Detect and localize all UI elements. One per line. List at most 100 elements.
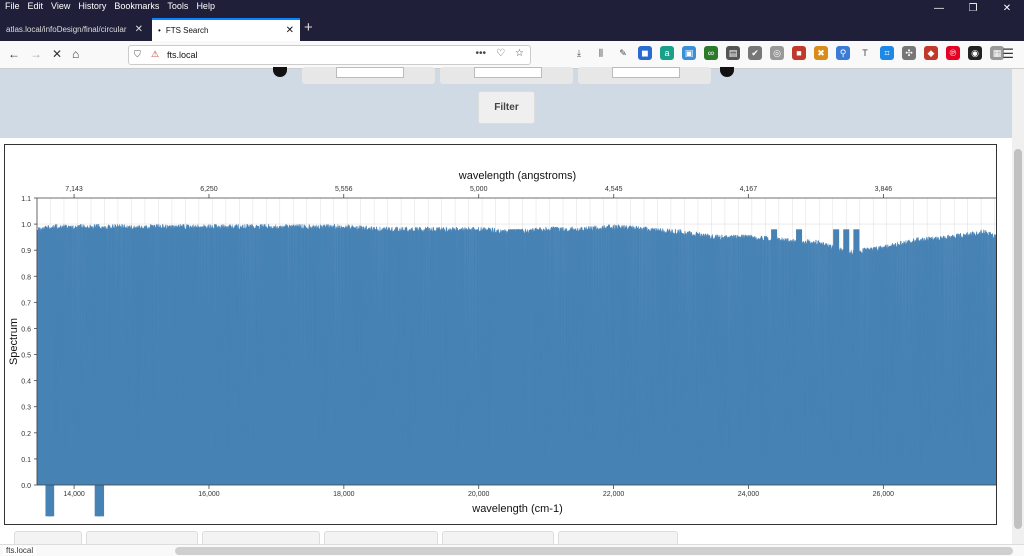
absorption-line bbox=[270, 229, 277, 470]
new-tab-button[interactable]: + bbox=[304, 19, 313, 36]
x-tick-label: 18,000 bbox=[333, 491, 355, 498]
pinterest-icon[interactable]: ℗ bbox=[946, 46, 960, 60]
url-text: fts.local bbox=[167, 50, 198, 60]
status-text: fts.local bbox=[3, 546, 37, 555]
reader-icon[interactable]: ▤ bbox=[726, 46, 740, 60]
y-tick-label: 1.0 bbox=[21, 222, 31, 229]
stop-button[interactable]: ✕ bbox=[52, 47, 62, 61]
y-tick-label: 0.4 bbox=[21, 379, 31, 386]
tab-dot-icon: • bbox=[158, 26, 161, 35]
top-tick-label: 5,000 bbox=[470, 186, 488, 193]
close-tab-icon[interactable]: ✕ bbox=[286, 25, 294, 36]
spectrum-chart: 0.0 0.1 0.2 0.3 0.4 0.5 0.6 0.7 0.8 0.9 1.0 1.1 14,0… bbox=[4, 144, 997, 525]
navigation-toolbar: ← → ✕ ⌂ ⛉ ⚠ fts.local ••• ♡ ☆ ⤓ ⫼ ✎ ◼ a ▣ ∞ ▤ ✔ ◎… bbox=[0, 41, 1024, 69]
x-tick-label: 22,000 bbox=[603, 491, 625, 498]
extension-icon[interactable]: ▣ bbox=[682, 46, 696, 60]
scrollbar-thumb[interactable] bbox=[1014, 149, 1022, 529]
menu-history[interactable]: History bbox=[78, 1, 106, 11]
page-actions-icon[interactable]: ••• bbox=[476, 48, 487, 59]
filter-input[interactable] bbox=[612, 67, 680, 78]
filter-input[interactable] bbox=[336, 67, 404, 78]
screenshot-icon[interactable]: ⌗ bbox=[880, 46, 894, 60]
status-bar: fts.local bbox=[0, 544, 1024, 556]
tools-icon[interactable]: ✖ bbox=[814, 46, 828, 60]
y-tick-label: 0.7 bbox=[21, 300, 31, 307]
bottom-tab[interactable] bbox=[442, 531, 554, 544]
bottom-tab[interactable] bbox=[558, 531, 678, 544]
x-tick-label: 24,000 bbox=[738, 491, 760, 498]
filter-field-group bbox=[440, 67, 573, 84]
back-button[interactable]: ← bbox=[8, 47, 20, 61]
puzzle-icon[interactable]: ✣ bbox=[902, 46, 916, 60]
bottom-tab[interactable] bbox=[14, 531, 82, 544]
menu-file[interactable]: File bbox=[5, 1, 20, 11]
handle-icon bbox=[720, 67, 734, 77]
x-tick-label: 16,000 bbox=[198, 491, 220, 498]
y-tick-label: 1.1 bbox=[21, 196, 31, 203]
filter-field-group bbox=[302, 67, 435, 84]
key-icon[interactable]: ⚲ bbox=[836, 46, 850, 60]
check-icon[interactable]: ✔ bbox=[748, 46, 762, 60]
tab-bar: atlas.local/infoDesign/final/circular ✕ … bbox=[0, 14, 1024, 41]
absorption-line bbox=[771, 229, 778, 433]
text-icon[interactable]: T bbox=[858, 46, 872, 60]
tab-atlas[interactable]: atlas.local/infoDesign/final/circular ✕ bbox=[0, 18, 149, 41]
tab-fts-search[interactable]: • FTS Search ✕ bbox=[152, 18, 300, 41]
menu-view[interactable]: View bbox=[51, 1, 70, 11]
y-tick-label: 0.8 bbox=[21, 274, 31, 281]
globe-icon[interactable]: ◎ bbox=[770, 46, 784, 60]
absorption-line bbox=[509, 229, 516, 402]
y-tick-label: 0.0 bbox=[21, 483, 31, 490]
hamburger-menu-icon[interactable]: ☰ bbox=[1002, 46, 1014, 62]
insecure-lock-icon[interactable]: ⚠ bbox=[151, 49, 159, 60]
top-tick-label: 5,556 bbox=[335, 186, 353, 193]
badge-icon[interactable]: ◼ bbox=[638, 46, 652, 60]
forward-button[interactable]: → bbox=[30, 47, 42, 61]
menu-bar: File Edit View History Bookmarks Tools Help — … bbox=[0, 0, 1024, 14]
address-bar[interactable]: ⛉ ⚠ fts.local ••• ♡ ☆ bbox=[128, 45, 531, 65]
y-tick-label: 0.3 bbox=[21, 405, 31, 412]
lastpass-icon[interactable]: ■ bbox=[792, 46, 806, 60]
dice-icon[interactable]: ◆ bbox=[924, 46, 938, 60]
shield-icon[interactable]: ⛉ bbox=[134, 49, 141, 60]
top-tick-label: 4,545 bbox=[605, 186, 623, 193]
bottom-tab[interactable] bbox=[202, 531, 320, 544]
horizontal-scrollbar[interactable] bbox=[175, 547, 1013, 555]
filter-input[interactable] bbox=[474, 67, 542, 78]
close-tab-icon[interactable]: ✕ bbox=[135, 24, 143, 35]
absorption-line bbox=[796, 229, 803, 444]
bookmark-star-icon[interactable]: ☆ bbox=[515, 48, 524, 59]
filter-panel: Filter bbox=[0, 67, 1012, 138]
hat-icon[interactable]: ◉ bbox=[968, 46, 982, 60]
menu-bookmarks[interactable]: Bookmarks bbox=[114, 1, 159, 11]
absorption-line bbox=[48, 229, 55, 517]
menu-tools[interactable]: Tools bbox=[167, 1, 188, 11]
x-tick-label: 20,000 bbox=[468, 491, 490, 498]
top-tick-label: 7,143 bbox=[65, 186, 83, 193]
absorption-line bbox=[98, 229, 105, 517]
top-tick-label: 3,846 bbox=[875, 186, 893, 193]
tab-title: atlas.local/infoDesign/final/circular bbox=[6, 25, 127, 34]
home-button[interactable]: ⌂ bbox=[72, 47, 79, 61]
library-icon[interactable]: ⫼ bbox=[594, 46, 608, 60]
filter-field-group bbox=[578, 67, 711, 84]
menu-help[interactable]: Help bbox=[196, 1, 215, 11]
pocket-icon[interactable]: ♡ bbox=[496, 48, 505, 59]
handle-icon bbox=[273, 67, 287, 77]
x-axis-title: wavelength (cm-1) bbox=[471, 503, 562, 515]
x-tick-label: 26,000 bbox=[873, 491, 895, 498]
vertical-scrollbar[interactable] bbox=[1012, 69, 1024, 544]
filter-button[interactable]: Filter bbox=[478, 91, 535, 124]
spectrum-chart-svg: 0.0 0.1 0.2 0.3 0.4 0.5 0.6 0.7 0.8 0.9 1.0 1.1 14,0… bbox=[8, 170, 996, 517]
menu-edit[interactable]: Edit bbox=[28, 1, 44, 11]
y-axis-title: Spectrum bbox=[8, 318, 20, 365]
bottom-tab[interactable] bbox=[324, 531, 438, 544]
x-tick-label: 14,000 bbox=[63, 491, 85, 498]
eyedropper-icon[interactable]: ✎ bbox=[616, 46, 630, 60]
absorption-line bbox=[162, 229, 169, 444]
download-icon[interactable]: ⤓ bbox=[572, 46, 586, 60]
bottom-tab[interactable] bbox=[86, 531, 198, 544]
glasses-icon[interactable]: ∞ bbox=[704, 46, 718, 60]
absorption-line bbox=[843, 229, 850, 449]
amazon-icon[interactable]: a bbox=[660, 46, 674, 60]
